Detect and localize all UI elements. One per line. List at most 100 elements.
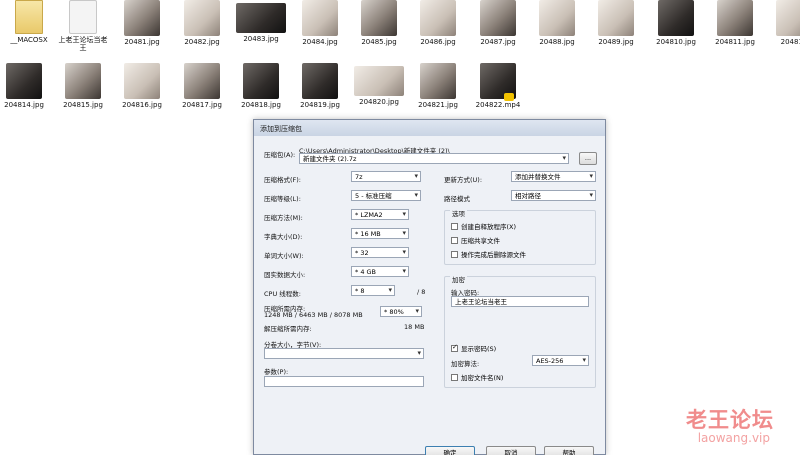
image-thumbnail (717, 0, 753, 36)
desktop-file[interactable]: 20483.jpg (235, 0, 287, 43)
desktop-file[interactable]: 20486.jpg (412, 0, 464, 46)
parameters-label: 参数(P): (264, 368, 289, 376)
compress-shared-checkbox[interactable]: 压缩共享文件 (451, 235, 500, 245)
password-input[interactable]: 上老王论坛当老王 (451, 296, 589, 307)
image-thumbnail (480, 0, 516, 36)
decompress-memory-value: 18 MB (404, 323, 425, 331)
checkbox-label: 加密文件名(N) (461, 374, 504, 382)
desktop-file[interactable]: 20484.jpg (294, 0, 346, 46)
cpu-threads-combo[interactable]: * 8 (351, 285, 395, 296)
checkbox-box (451, 250, 458, 258)
path-mode-combo[interactable]: 相对路径 (511, 190, 596, 201)
desktop-file[interactable]: 204816.jpg (116, 63, 168, 109)
desktop-file[interactable]: 20488.jpg (531, 0, 583, 46)
image-thumbnail (124, 0, 160, 36)
desktop-file[interactable]: 204812 (768, 0, 800, 46)
create-sfx-checkbox[interactable]: 创建自释放程序(X) (451, 221, 516, 231)
image-thumbnail (65, 63, 101, 99)
format-combo[interactable]: 7z (351, 171, 421, 182)
checkbox-box (451, 236, 458, 244)
image-thumbnail (776, 0, 800, 36)
desktop-file[interactable]: 20487.jpg (472, 0, 524, 46)
file-name: 204817.jpg (182, 101, 222, 109)
desktop-file[interactable]: 20482.jpg (176, 0, 228, 46)
update-mode-combo[interactable]: 添加并替换文件 (511, 171, 596, 182)
file-name: 20484.jpg (302, 38, 338, 46)
file-name: 20489.jpg (598, 38, 634, 46)
image-thumbnail (124, 63, 160, 99)
level-label: 压缩等级(L): (264, 195, 301, 203)
archive-name-combo[interactable]: 新建文件夹 (2).7z (299, 153, 569, 164)
file-name: 20486.jpg (420, 38, 456, 46)
image-thumbnail (420, 0, 456, 36)
file-name: 204821.jpg (418, 101, 458, 109)
word-size-label: 单词大小(W): (264, 252, 304, 260)
file-name: 204819.jpg (300, 101, 340, 109)
update-mode-label: 更新方式(U): (444, 176, 483, 184)
desktop-file[interactable]: 204822.mp4 (472, 63, 524, 109)
desktop-folder-macosx[interactable]: __MACOSX (3, 0, 55, 44)
file-name: 204810.jpg (656, 38, 696, 46)
dialog-title: 添加到压缩包 (254, 120, 605, 136)
desktop-file[interactable]: 20481.jpg (116, 0, 168, 46)
desktop-file[interactable]: 20485.jpg (353, 0, 405, 46)
desktop-file[interactable]: 204811.jpg (709, 0, 761, 46)
desktop-file[interactable]: 204814.jpg (0, 63, 50, 109)
method-label: 压缩方法(M): (264, 214, 303, 222)
desktop-file[interactable]: 204817.jpg (176, 63, 228, 109)
method-combo[interactable]: * LZMA2 (351, 209, 409, 220)
file-name: 上老王论坛当老王 (58, 36, 108, 52)
level-combo[interactable]: 5 - 标准压缩 (351, 190, 421, 201)
folder-icon (15, 0, 43, 34)
solid-size-label: 固实数据大小: (264, 271, 306, 279)
ok-button[interactable]: 确定 (425, 446, 475, 455)
show-password-checkbox[interactable]: 显示密码(S) (451, 343, 496, 353)
cancel-button[interactable]: 取消 (486, 446, 536, 455)
browse-button[interactable]: ... (579, 152, 597, 165)
desktop-file[interactable]: 204818.jpg (235, 63, 287, 109)
file-name: 20487.jpg (480, 38, 516, 46)
image-thumbnail (243, 63, 279, 99)
desktop-file[interactable]: 204820.jpg (353, 63, 405, 106)
image-thumbnail (184, 0, 220, 36)
desktop-file[interactable]: 204815.jpg (57, 63, 109, 109)
solid-size-combo[interactable]: * 4 GB (351, 266, 409, 277)
file-name: 204812 (780, 38, 800, 46)
options-title: 选项 (450, 208, 467, 218)
image-thumbnail (354, 66, 404, 96)
checkbox-box (451, 222, 458, 230)
delete-after-checkbox[interactable]: 操作完成后删除源文件 (451, 249, 526, 259)
split-size-combo[interactable] (264, 348, 424, 359)
dictionary-label: 字典大小(D): (264, 233, 303, 241)
add-to-archive-dialog: 添加到压缩包 压缩包(A): C:\Users\Administrator\De… (253, 119, 606, 455)
image-thumbnail (658, 0, 694, 36)
cpu-threads-max: / 8 (417, 288, 426, 296)
encryption-method-label: 加密算法: (451, 360, 480, 368)
help-button[interactable]: 帮助 (544, 446, 594, 455)
encrypt-filenames-checkbox[interactable]: 加密文件名(N) (451, 372, 503, 382)
image-thumbnail (184, 63, 220, 99)
watermark-text: 老王论坛 (686, 408, 774, 432)
encryption-method-combo[interactable]: AES-256 (532, 355, 589, 366)
memory-percent-combo[interactable]: * 80% (380, 306, 422, 317)
desktop-file[interactable]: 20489.jpg (590, 0, 642, 46)
word-size-combo[interactable]: * 32 (351, 247, 409, 258)
file-name: 20482.jpg (184, 38, 220, 46)
file-name: 204820.jpg (359, 98, 399, 106)
image-thumbnail (420, 63, 456, 99)
image-thumbnail (302, 63, 338, 99)
desktop-file[interactable]: 上老王论坛当老王 (57, 0, 109, 52)
image-thumbnail (6, 63, 42, 99)
file-name: 204818.jpg (241, 101, 281, 109)
desktop-file[interactable]: 204810.jpg (650, 0, 702, 46)
file-name: 20483.jpg (243, 35, 279, 43)
file-name: 204814.jpg (4, 101, 44, 109)
desktop-file[interactable]: 204819.jpg (294, 63, 346, 109)
desktop-file[interactable]: 204821.jpg (412, 63, 464, 109)
file-name: 204815.jpg (63, 101, 103, 109)
parameters-input[interactable] (264, 376, 424, 387)
video-badge-icon (504, 93, 514, 101)
checkbox-box (451, 343, 458, 352)
image-thumbnail (598, 0, 634, 36)
dictionary-combo[interactable]: * 16 MB (351, 228, 409, 239)
